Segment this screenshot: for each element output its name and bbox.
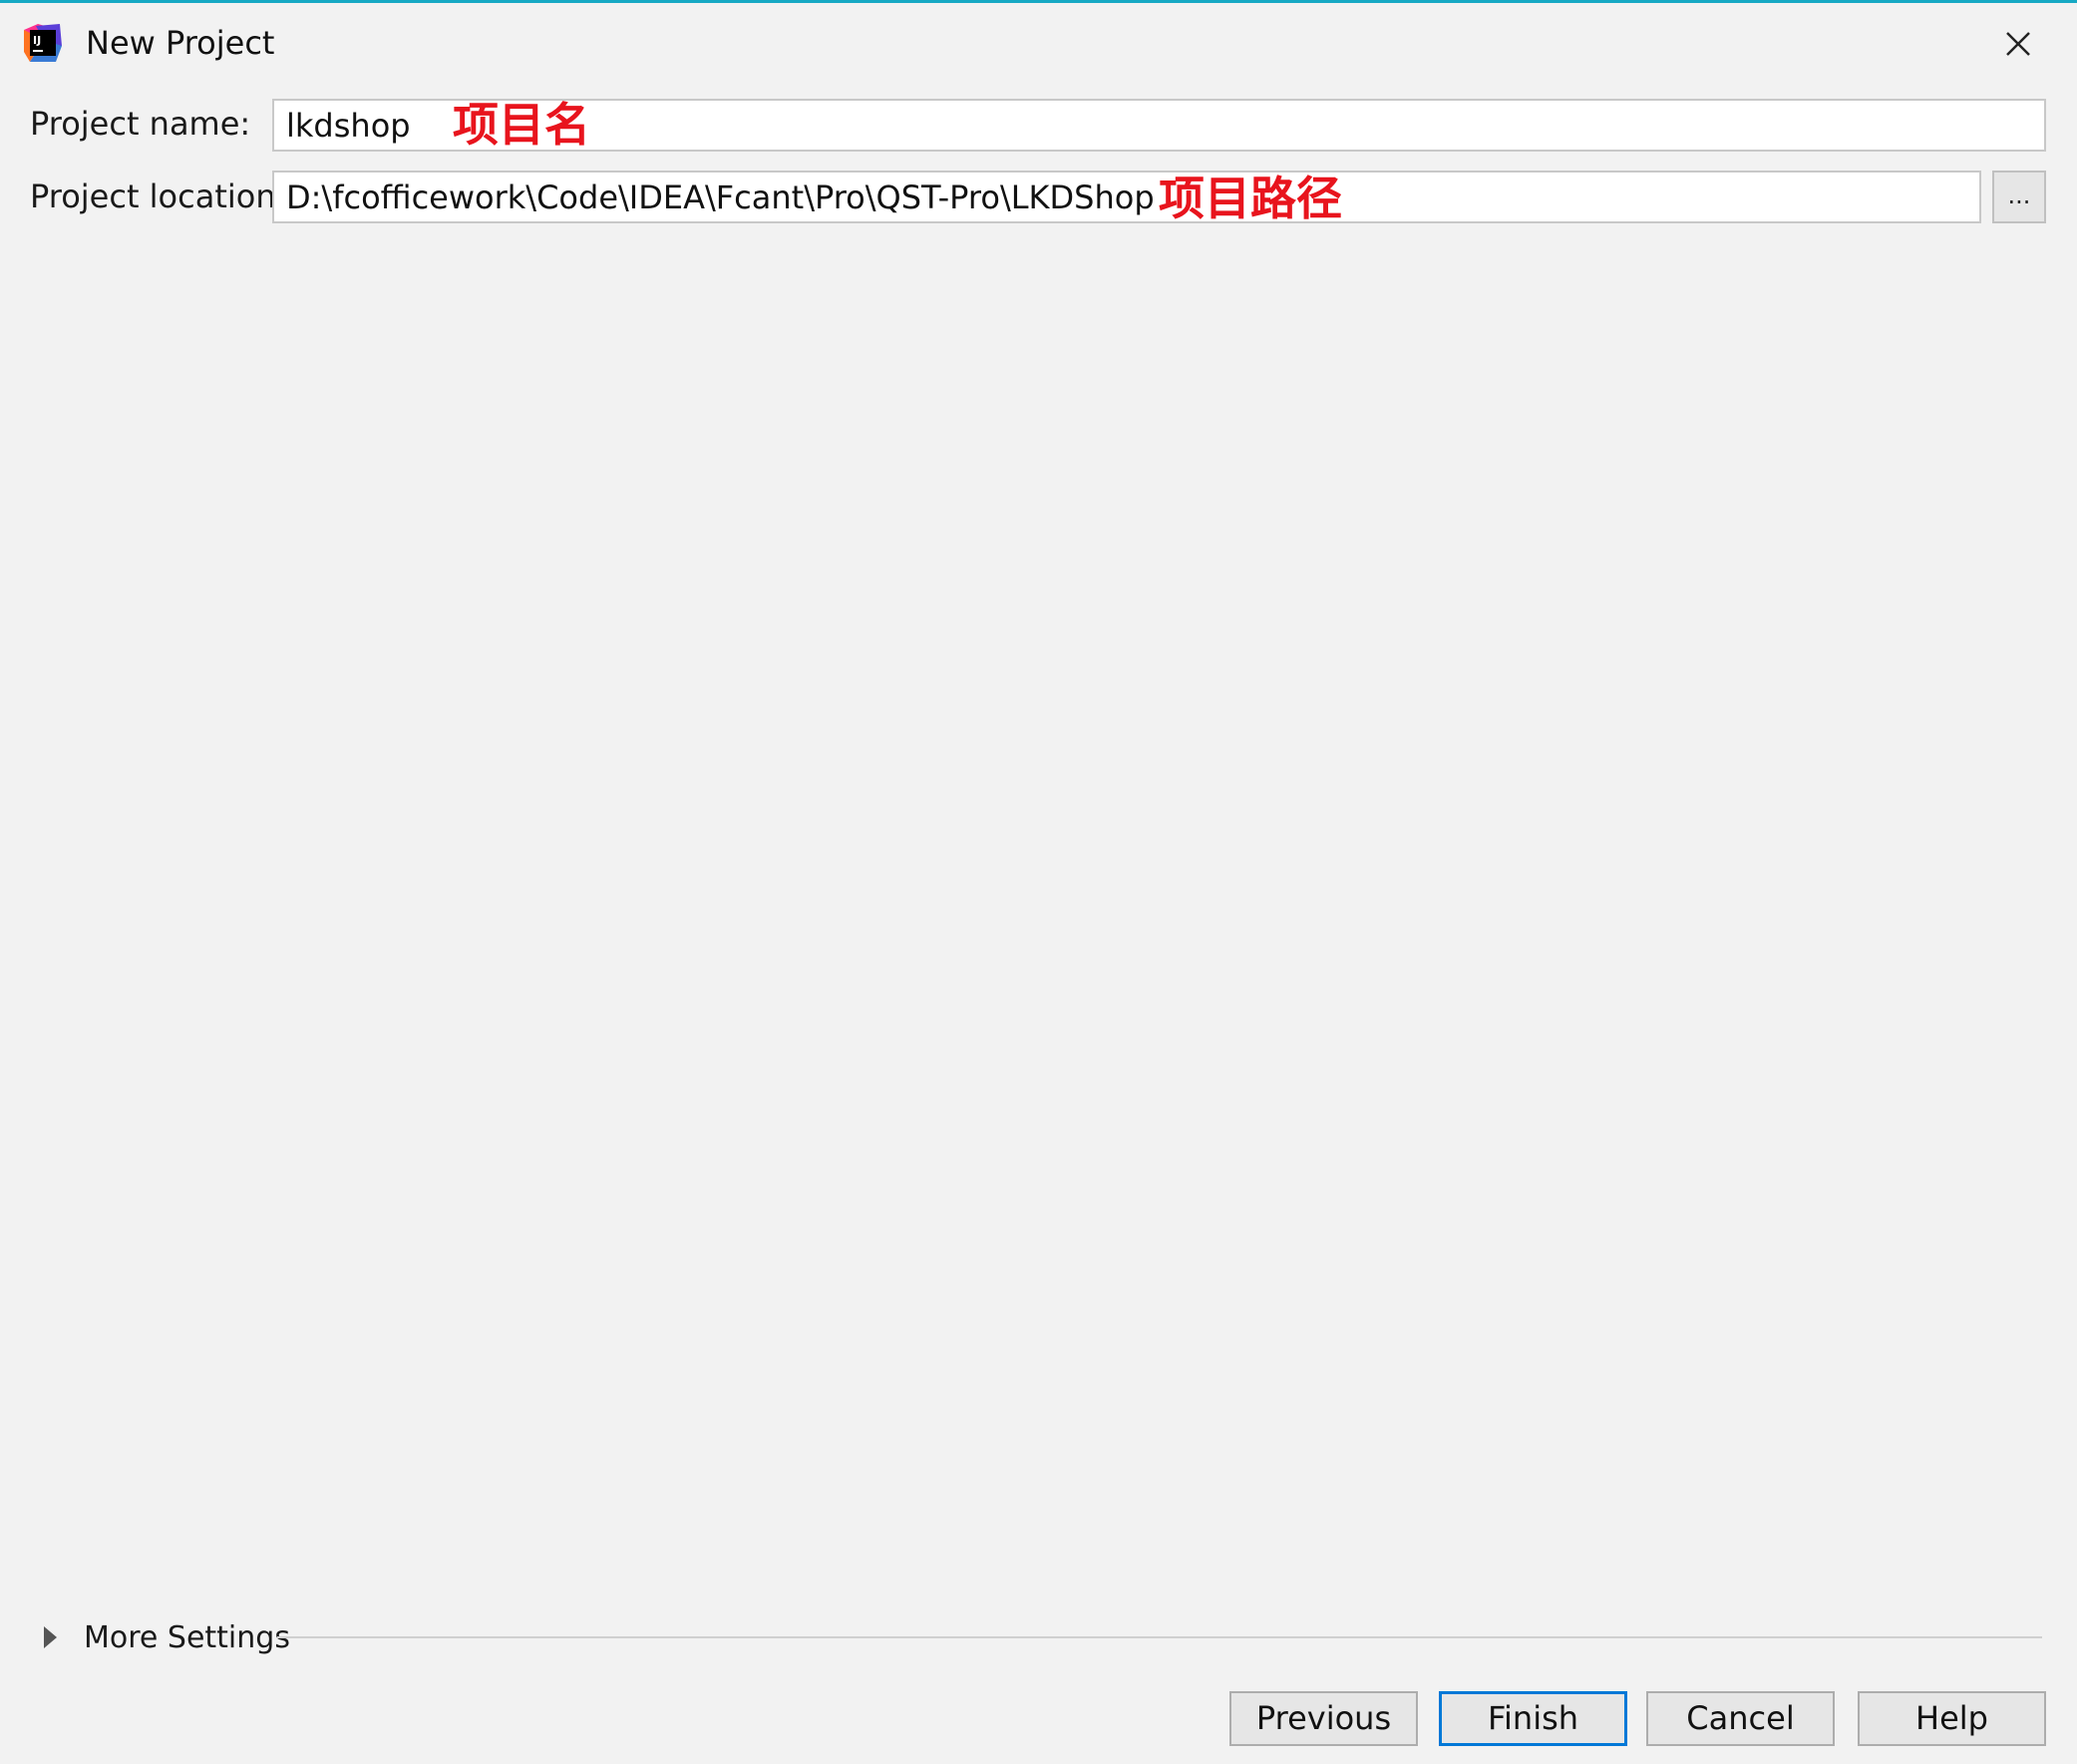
new-project-dialog: IJ New Project Project name: 项目名 Project… [0, 0, 2077, 1764]
project-location-label: Project location: [30, 177, 287, 215]
previous-button[interactable]: Previous [1229, 1691, 1418, 1746]
browse-button[interactable]: ... [1992, 171, 2046, 223]
finish-button[interactable]: Finish [1439, 1691, 1627, 1746]
help-button[interactable]: Help [1858, 1691, 2046, 1746]
more-settings-separator [277, 1636, 2042, 1638]
triangle-right-icon [44, 1626, 57, 1648]
project-location-annotation: 项目路径 [1159, 172, 1342, 225]
project-name-label: Project name: [30, 105, 251, 143]
intellij-idea-icon: IJ [24, 24, 62, 62]
more-settings-label: More Settings [84, 1620, 290, 1655]
cancel-button[interactable]: Cancel [1646, 1691, 1835, 1746]
project-name-annotation: 项目名 [453, 98, 590, 152]
window-title: New Project [86, 24, 275, 62]
close-icon[interactable] [1996, 22, 2040, 66]
title-bar: IJ New Project [0, 6, 2077, 78]
project-location-input[interactable] [272, 171, 1981, 223]
svg-text:IJ: IJ [33, 34, 41, 47]
more-settings-toggle[interactable]: More Settings [38, 1616, 1833, 1660]
